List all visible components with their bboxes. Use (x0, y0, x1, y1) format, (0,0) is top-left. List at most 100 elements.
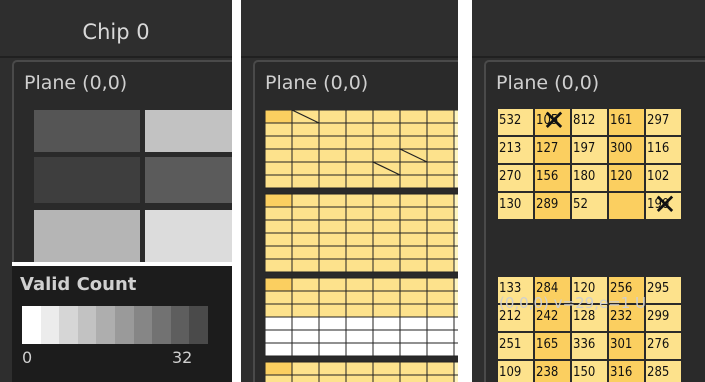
page-cell[interactable] (265, 219, 293, 234)
erase-count-cell[interactable]: 285 (645, 360, 682, 382)
page-cell[interactable] (372, 277, 401, 292)
page-cell[interactable] (291, 342, 320, 357)
plane-view[interactable]: Plane (0,0) (253, 60, 458, 382)
page-cell[interactable] (318, 277, 347, 292)
page-cell[interactable] (265, 206, 293, 221)
erase-count-cell[interactable]: 180 (571, 164, 608, 192)
page-cell[interactable] (426, 161, 455, 176)
page-cell[interactable] (345, 206, 374, 221)
page-cell[interactable] (318, 245, 347, 260)
page-cell[interactable] (399, 193, 428, 208)
page-cell[interactable] (265, 277, 293, 292)
page-cell[interactable] (399, 316, 428, 331)
page-cell[interactable] (426, 110, 455, 124)
page-cell[interactable] (345, 374, 374, 382)
page-cell[interactable] (372, 122, 401, 137)
erase-count-cell[interactable]: 127 (534, 136, 571, 164)
block-tile[interactable] (34, 210, 140, 262)
page-cell[interactable] (291, 232, 320, 247)
page-cell[interactable] (345, 361, 374, 376)
page-cell[interactable] (345, 245, 374, 260)
page-cell[interactable] (399, 135, 428, 150)
page-cell[interactable] (426, 329, 455, 344)
erase-count-cell[interactable]: 213 (497, 136, 534, 164)
block-tile[interactable] (34, 157, 140, 203)
page-cell[interactable] (265, 232, 293, 247)
page-cell[interactable] (399, 110, 428, 124)
page-cell[interactable] (426, 135, 455, 150)
page-cell[interactable] (345, 174, 374, 189)
page-cell[interactable] (291, 122, 320, 137)
page-cell[interactable] (265, 290, 293, 305)
page-cell[interactable] (318, 258, 347, 273)
page-cell[interactable] (372, 290, 401, 305)
erase-count-cell[interactable]: 289 (534, 192, 571, 220)
block-tile[interactable] (145, 157, 232, 203)
page-cell[interactable] (318, 110, 347, 124)
page-cell[interactable] (372, 258, 401, 273)
page-cell[interactable] (399, 161, 428, 176)
page-cell[interactable] (426, 277, 455, 292)
erase-count-cell[interactable]: 812 (571, 108, 608, 136)
page-cell[interactable] (345, 193, 374, 208)
erase-count-cell[interactable]: 161 (608, 108, 645, 136)
page-cell[interactable] (372, 374, 401, 382)
page-cell[interactable] (426, 219, 455, 234)
page-cell[interactable] (291, 174, 320, 189)
page-cell[interactable] (291, 193, 320, 208)
page-cell[interactable] (426, 232, 455, 247)
erase-count-cell[interactable]: 301 (608, 332, 645, 360)
page-cell[interactable] (426, 206, 455, 221)
page-cell[interactable] (318, 161, 347, 176)
page-cell[interactable] (318, 361, 347, 376)
page-cell[interactable] (345, 110, 374, 124)
page-cell[interactable] (318, 206, 347, 221)
page-cell[interactable] (399, 245, 428, 260)
erase-count-cell[interactable]: 165 (534, 332, 571, 360)
erase-count-cell[interactable]: 299 (645, 304, 682, 332)
block-tile[interactable] (145, 110, 232, 152)
erase-count-cell[interactable]: 120 (608, 164, 645, 192)
page-cell[interactable] (399, 374, 428, 382)
page-cell[interactable] (265, 374, 293, 382)
block-tile[interactable] (34, 110, 140, 152)
page-cell[interactable] (426, 316, 455, 331)
page-cell[interactable] (291, 329, 320, 344)
page-cell[interactable] (291, 303, 320, 318)
erase-count-cell[interactable]: 270 (497, 164, 534, 192)
page-cell[interactable] (265, 161, 293, 176)
page-cell[interactable] (372, 193, 401, 208)
page-cell[interactable] (318, 329, 347, 344)
page-cell[interactable] (399, 361, 428, 376)
erase-count-cell[interactable]: 156 (534, 164, 571, 192)
page-cell[interactable] (399, 290, 428, 305)
page-cell[interactable] (372, 219, 401, 234)
page-cell[interactable] (318, 303, 347, 318)
page-cell[interactable] (426, 374, 455, 382)
page-cell[interactable] (345, 342, 374, 357)
page-cell[interactable] (291, 258, 320, 273)
page-cell[interactable] (345, 258, 374, 273)
page-cell[interactable] (372, 110, 401, 124)
page-cell[interactable] (318, 232, 347, 247)
page-cell[interactable] (372, 342, 401, 357)
page-cell[interactable] (291, 245, 320, 260)
page-cell[interactable] (318, 342, 347, 357)
erase-count-cell[interactable]: 109 (497, 360, 534, 382)
page-cell[interactable] (345, 148, 374, 163)
page-cell[interactable] (291, 277, 320, 292)
page-cell[interactable] (318, 374, 347, 382)
erase-count-cell[interactable]: 316 (608, 360, 645, 382)
erase-count-cell[interactable]: 197 (571, 136, 608, 164)
page-cell[interactable] (426, 148, 455, 163)
page-cell[interactable] (265, 135, 293, 150)
page-cell[interactable] (265, 361, 293, 376)
page-cell[interactable] (372, 206, 401, 221)
page-cell[interactable] (399, 277, 428, 292)
page-cell[interactable] (372, 316, 401, 331)
page-cell[interactable] (399, 122, 428, 137)
page-cell[interactable] (291, 316, 320, 331)
page-cell[interactable] (345, 232, 374, 247)
page-cell[interactable] (265, 303, 293, 318)
page-cell[interactable] (372, 361, 401, 376)
